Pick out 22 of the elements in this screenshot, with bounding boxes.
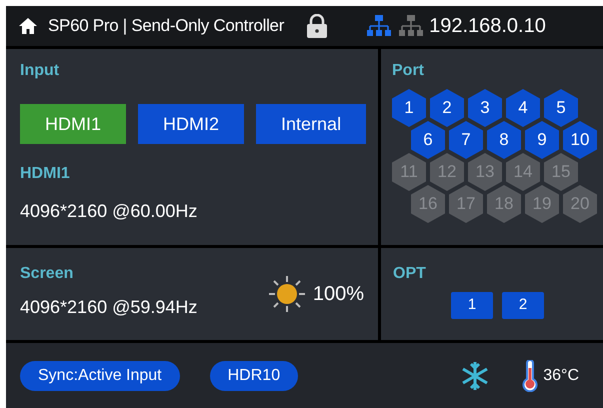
status-badge: HDR10 xyxy=(210,360,298,390)
lock-icon[interactable] xyxy=(306,14,328,38)
input-source-button[interactable]: HDMI1 xyxy=(20,104,126,144)
input-signal: 4096*2160 @60.00Hz xyxy=(20,200,198,223)
thermometer-icon xyxy=(521,360,540,392)
section-title: Input xyxy=(20,61,60,81)
brightness-icon xyxy=(266,274,307,314)
device-title: SP60 Pro | Send-Only Controller xyxy=(48,15,284,38)
brightness-value: 100% xyxy=(312,282,364,307)
section-title: Screen xyxy=(20,264,74,284)
input-source-button[interactable]: Internal xyxy=(256,104,366,144)
home-icon[interactable] xyxy=(18,17,38,35)
status-badge: Sync:Active Input xyxy=(20,360,180,390)
opt-indicator: 1 xyxy=(451,292,493,319)
section-title: OPT xyxy=(393,264,427,284)
ip-address: 192.168.0.10 xyxy=(429,14,546,39)
section-title: Port xyxy=(392,61,425,81)
current-input-label: HDMI1 xyxy=(20,164,71,184)
screen-signal: 4096*2160 @59.94Hz xyxy=(20,296,198,319)
input-source-button[interactable]: HDMI2 xyxy=(138,104,244,144)
opt-indicator: 2 xyxy=(502,292,544,319)
temperature: 36°C xyxy=(543,366,579,386)
